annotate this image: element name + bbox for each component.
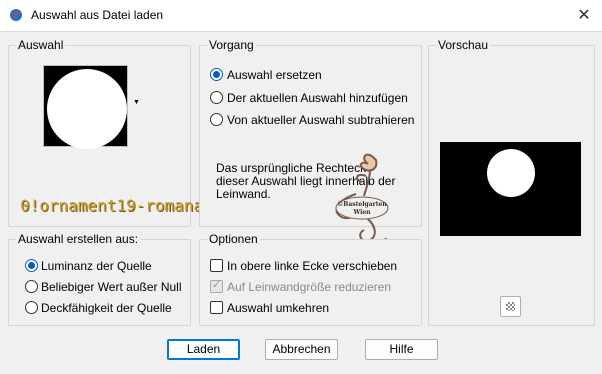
checkbox-obere-linke-ecke-label[interactable]: In obere linke Ecke verschieben: [227, 259, 397, 273]
watermark-line-1: ©Bastelgarten: [337, 201, 387, 208]
checkbox-leinwandgroesse-label: Auf Leinwandgröße reduzieren: [227, 280, 392, 294]
radio-auswahl-subtrahieren-label[interactable]: Von aktueller Auswahl subtrahieren: [227, 113, 414, 127]
checkbox-auswahl-umkehren-label[interactable]: Auswahl umkehren: [227, 301, 329, 315]
selection-name: 0!ornament19-romana1: [20, 196, 213, 215]
preview-image: [440, 142, 581, 236]
app-icon: [10, 9, 22, 21]
radio-beliebiger-wert[interactable]: [25, 280, 38, 293]
radio-auswahl-hinzufuegen[interactable]: [210, 91, 223, 104]
title-bar: Auswahl aus Datei laden ✕: [0, 0, 602, 31]
radio-luminanz-label[interactable]: Luminanz der Quelle: [41, 259, 152, 273]
selection-thumbnail-dropdown[interactable]: [43, 65, 128, 149]
group-auswahl-label: Auswahl: [16, 38, 66, 52]
radio-auswahl-ersetzen[interactable]: [210, 68, 223, 81]
load-button[interactable]: Laden: [167, 339, 240, 360]
transparency-toggle-button[interactable]: [500, 296, 521, 317]
cancel-button[interactable]: Abbrechen: [265, 339, 338, 360]
radio-auswahl-ersetzen-label[interactable]: Auswahl ersetzen: [227, 68, 322, 82]
help-button[interactable]: Hilfe: [365, 339, 438, 360]
group-vorgang-label: Vorgang: [207, 38, 256, 52]
checkbox-auswahl-umkehren[interactable]: [210, 301, 223, 314]
group-erstellen-label: Auswahl erstellen aus:: [16, 232, 141, 246]
checkbox-obere-linke-ecke[interactable]: [210, 259, 223, 272]
radio-deckfaehigkeit[interactable]: [25, 301, 38, 314]
group-optionen-label: Optionen: [207, 232, 260, 246]
dropdown-arrow-icon[interactable]: ▼: [133, 99, 140, 106]
selection-thumbnail-circle: [47, 69, 127, 149]
watermark-line-2: Wien: [352, 209, 371, 216]
close-button[interactable]: ✕: [570, 4, 598, 27]
radio-auswahl-hinzufuegen-label[interactable]: Der aktuellen Auswahl hinzufügen: [227, 91, 408, 105]
radio-deckfaehigkeit-label[interactable]: Deckfähigkeit der Quelle: [41, 301, 172, 315]
checkbox-leinwandgroesse: [210, 278, 223, 293]
group-vorschau-label: Vorschau: [436, 38, 491, 52]
preview-circle: [487, 149, 535, 197]
radio-beliebiger-wert-label[interactable]: Beliebiger Wert außer Null: [41, 280, 182, 294]
radio-auswahl-subtrahieren[interactable]: [210, 113, 223, 126]
close-icon: ✕: [577, 7, 591, 24]
radio-luminanz[interactable]: [25, 259, 38, 272]
checkerboard-icon: [506, 302, 515, 311]
window-title: Auswahl aus Datei laden: [31, 8, 164, 22]
